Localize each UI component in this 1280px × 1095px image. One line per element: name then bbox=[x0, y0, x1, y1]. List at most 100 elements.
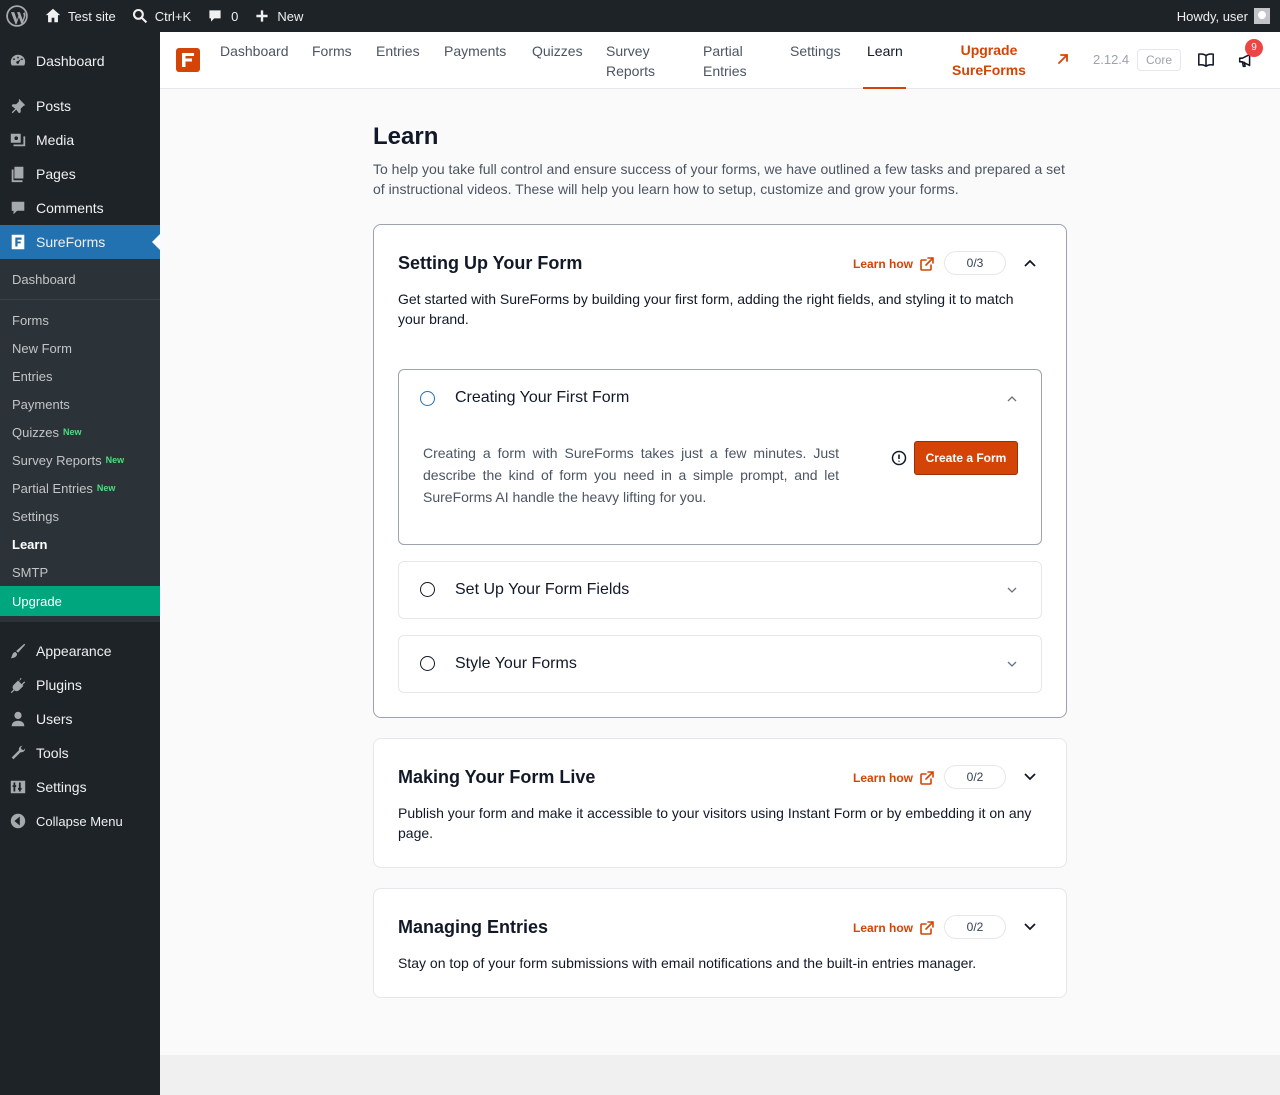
chevron-down-icon[interactable] bbox=[1020, 917, 1040, 937]
search-shortcut[interactable]: Ctrl+K bbox=[124, 0, 199, 32]
nav-survey-reports[interactable]: Survey Reports bbox=[606, 32, 670, 89]
section-making-your-form-live[interactable]: Making Your Form Live Learn how 0/2 Publ… bbox=[373, 738, 1067, 868]
step-title[interactable]: Creating Your First Form bbox=[455, 389, 629, 407]
submenu-entries[interactable]: Entries bbox=[0, 362, 160, 390]
book-open-icon[interactable] bbox=[1197, 51, 1215, 69]
collapse-arrow-icon bbox=[8, 811, 28, 831]
new-label: New bbox=[277, 8, 304, 24]
submenu-dashboard[interactable]: Dashboard bbox=[0, 265, 160, 293]
nav-forms[interactable]: Forms bbox=[312, 32, 352, 89]
wordpress-logo-icon[interactable] bbox=[0, 0, 36, 32]
arrow-up-right-icon[interactable] bbox=[1056, 52, 1070, 66]
external-link-icon bbox=[920, 921, 934, 935]
sidebar-item-posts[interactable]: Posts bbox=[0, 89, 160, 123]
chevron-up-icon[interactable] bbox=[1005, 392, 1019, 406]
comments-link[interactable]: 0 bbox=[199, 0, 246, 32]
chevron-up-icon[interactable] bbox=[1020, 253, 1040, 273]
chevron-down-icon[interactable] bbox=[1005, 657, 1019, 671]
section-title: Setting Up Your Form bbox=[398, 253, 583, 273]
media-icon bbox=[8, 130, 28, 150]
submenu-payments[interactable]: Payments bbox=[0, 390, 160, 418]
sidebar-item-settings[interactable]: Settings bbox=[0, 770, 160, 804]
admin-bar: Test site Ctrl+K 0 New Howdy, user bbox=[0, 0, 1280, 32]
nav-dashboard[interactable]: Dashboard bbox=[220, 32, 289, 89]
nav-quizzes[interactable]: Quizzes bbox=[532, 32, 583, 89]
submenu-new-form[interactable]: New Form bbox=[0, 334, 160, 362]
sureforms-icon bbox=[8, 232, 28, 252]
section-description: Get started with SureForms by building y… bbox=[398, 291, 1014, 327]
paintbrush-icon bbox=[8, 641, 28, 661]
nav-partial-entries[interactable]: Partial Entries bbox=[703, 32, 759, 89]
sureforms-top-nav: Dashboard Forms Entries Payments Quizzes… bbox=[160, 32, 1280, 89]
external-link-icon bbox=[920, 771, 934, 785]
main-content: Learn To help you take full control and … bbox=[160, 89, 1280, 1055]
sidebar-item-comments[interactable]: Comments bbox=[0, 191, 160, 225]
sidebar-item-dashboard[interactable]: Dashboard bbox=[0, 44, 160, 78]
learn-how-label: Learn how bbox=[853, 921, 914, 935]
nav-entries[interactable]: Entries bbox=[376, 32, 420, 89]
sidebar-item-label: Settings bbox=[36, 779, 87, 795]
site-name: Test site bbox=[68, 8, 116, 24]
sureforms-submenu: Dashboard Forms New Form Entries Payment… bbox=[0, 259, 160, 622]
sidebar-item-label: Appearance bbox=[36, 643, 112, 659]
nav-payments[interactable]: Payments bbox=[444, 32, 506, 89]
my-account[interactable]: Howdy, user bbox=[1177, 8, 1280, 24]
nav-settings[interactable]: Settings bbox=[790, 32, 841, 89]
sidebar-item-label: Plugins bbox=[36, 677, 82, 693]
step-status-circle bbox=[420, 582, 435, 597]
collapse-menu-button[interactable]: Collapse Menu bbox=[0, 804, 160, 838]
submenu-settings[interactable]: Settings bbox=[0, 502, 160, 530]
submenu-forms[interactable]: Forms bbox=[0, 306, 160, 334]
info-circle-icon[interactable] bbox=[891, 450, 907, 466]
chevron-down-icon[interactable] bbox=[1020, 767, 1040, 787]
new-badge: New bbox=[96, 483, 116, 493]
sidebar-item-plugins[interactable]: Plugins bbox=[0, 668, 160, 702]
collapse-menu-label: Collapse Menu bbox=[36, 813, 123, 829]
sidebar-item-sureforms[interactable]: SureForms bbox=[0, 225, 160, 259]
admin-sidebar: Dashboard Posts Media Pages Comments Sur… bbox=[0, 32, 160, 1095]
learn-how-link[interactable]: Learn how bbox=[853, 920, 935, 936]
submenu-survey-reports[interactable]: Survey Reports New bbox=[0, 446, 160, 474]
sidebar-item-tools[interactable]: Tools bbox=[0, 736, 160, 770]
sidebar-item-pages[interactable]: Pages bbox=[0, 157, 160, 191]
sidebar-item-appearance[interactable]: Appearance bbox=[0, 634, 160, 668]
submenu-learn[interactable]: Learn bbox=[0, 530, 160, 558]
learn-how-link[interactable]: Learn how bbox=[853, 770, 935, 786]
sidebar-item-label: Users bbox=[36, 711, 73, 727]
learn-how-link[interactable]: Learn how bbox=[853, 256, 935, 272]
section-description: Stay on top of your form submissions wit… bbox=[398, 955, 977, 971]
submenu-smtp[interactable]: SMTP bbox=[0, 558, 160, 586]
step-status-circle bbox=[420, 656, 435, 671]
pages-icon bbox=[8, 164, 28, 184]
submenu-survey-reports-label: Survey Reports bbox=[12, 452, 102, 468]
new-badge: New bbox=[105, 455, 125, 465]
comments-count: 0 bbox=[231, 8, 239, 24]
plus-icon bbox=[256, 10, 269, 22]
submenu-quizzes[interactable]: Quizzes New bbox=[0, 418, 160, 446]
sidebar-item-label: Posts bbox=[36, 98, 72, 114]
progress-pill: 0/2 bbox=[944, 765, 1006, 789]
sidebar-item-label: Tools bbox=[36, 745, 69, 761]
submenu-upgrade[interactable]: Upgrade bbox=[0, 586, 160, 616]
step-style-your-forms[interactable]: Style Your Forms bbox=[398, 635, 1042, 693]
sidebar-item-users[interactable]: Users bbox=[0, 702, 160, 736]
submenu-quizzes-label: Quizzes bbox=[12, 424, 59, 440]
new-content-link[interactable]: New bbox=[246, 0, 311, 32]
wrench-icon bbox=[8, 743, 28, 763]
sidebar-item-label: Media bbox=[36, 132, 75, 148]
step-set-up-your-form-fields[interactable]: Set Up Your Form Fields bbox=[398, 561, 1042, 619]
section-managing-entries[interactable]: Managing Entries Learn how 0/2 Stay on t… bbox=[373, 888, 1067, 998]
upgrade-sureforms-link[interactable]: Upgrade SureForms bbox=[946, 40, 1032, 80]
pushpin-icon bbox=[8, 96, 28, 116]
chevron-down-icon[interactable] bbox=[1005, 583, 1019, 597]
notification-count-badge: 9 bbox=[1245, 39, 1263, 57]
sureforms-logo[interactable] bbox=[176, 48, 200, 72]
site-name-link[interactable]: Test site bbox=[36, 0, 124, 32]
progress-pill: 0/3 bbox=[944, 251, 1006, 275]
create-a-form-button[interactable]: Create a Form bbox=[914, 441, 1018, 475]
nav-learn[interactable]: Learn bbox=[867, 32, 903, 89]
page-title: Learn bbox=[373, 123, 439, 150]
version-label: 2.12.4 bbox=[1093, 52, 1130, 67]
sidebar-item-media[interactable]: Media bbox=[0, 123, 160, 157]
submenu-partial-entries[interactable]: Partial Entries New bbox=[0, 474, 160, 502]
